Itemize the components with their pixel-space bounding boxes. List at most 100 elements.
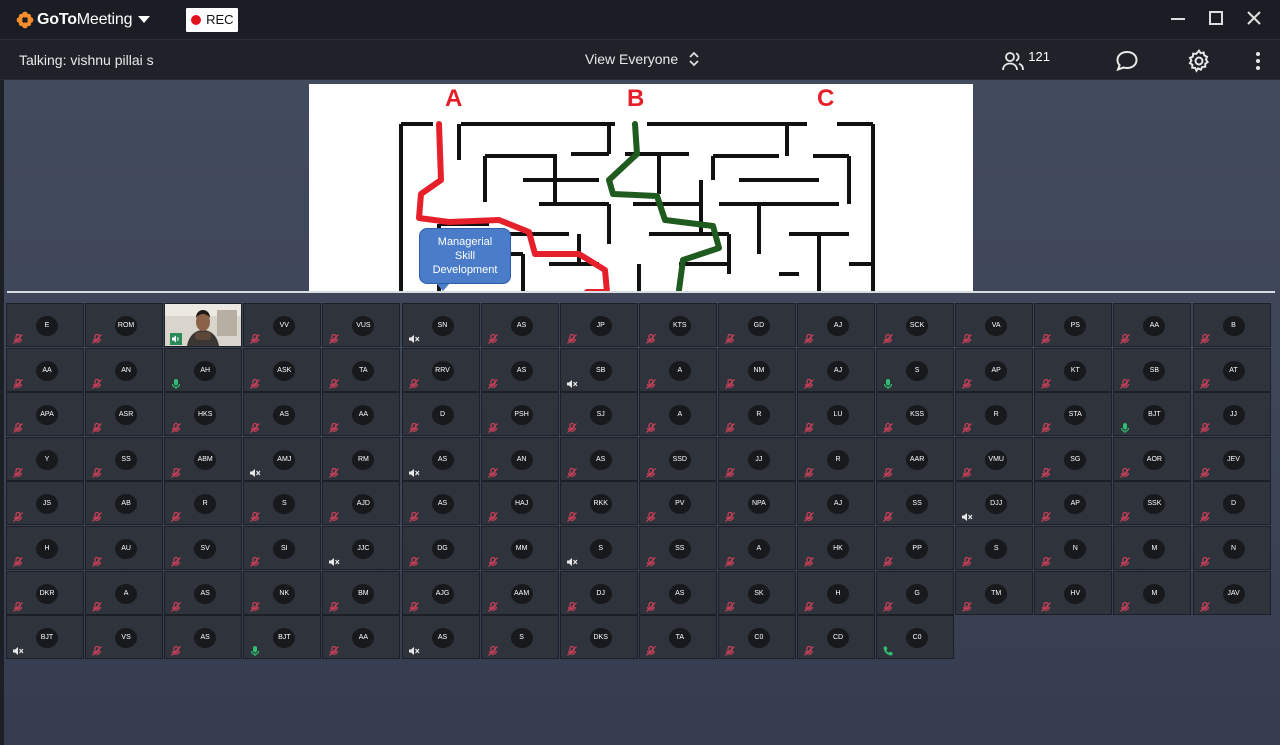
participant-tile[interactable]: RKK [559,481,638,526]
maximize-icon[interactable] [1208,10,1224,26]
participant-tile[interactable]: SI [243,526,322,570]
participant-tile[interactable]: AJG [401,570,480,615]
participant-tile[interactable]: TA [322,347,401,392]
participant-tile[interactable]: BJT [6,615,84,660]
participant-tile[interactable]: AMJ [243,436,322,481]
participant-tile[interactable]: AJ [797,347,875,392]
participant-tile[interactable]: H [6,526,84,570]
participant-tile[interactable]: AH [164,347,243,392]
participant-tile[interactable]: SCK [876,303,955,347]
participant-tile[interactable]: STA [1034,392,1113,437]
view-everyone-dropdown[interactable]: View Everyone [585,50,700,68]
participant-tile[interactable]: BJT [243,615,322,660]
participant-tile[interactable]: RRV [401,347,480,392]
participant-tile[interactable]: AS [480,347,559,392]
participant-video-tile[interactable] [164,303,243,347]
participant-tile[interactable]: JEV [1192,436,1271,481]
participant-tile[interactable]: NK [243,570,322,615]
participant-tile[interactable]: VS [85,615,164,660]
participant-tile[interactable]: G [876,570,955,615]
participant-tile[interactable]: AJ [797,303,875,347]
participant-tile[interactable]: N [1034,526,1113,570]
participant-tile[interactable]: PSH [480,392,559,437]
participant-tile[interactable]: AS [401,615,480,660]
participant-tile[interactable]: R [164,481,243,526]
participant-tile[interactable]: AA [6,347,84,392]
participant-tile[interactable]: S [480,615,559,660]
participant-tile[interactable]: M [1113,526,1192,570]
participant-tile[interactable]: HV [1034,570,1113,615]
participant-tile[interactable]: AS [243,392,322,437]
participant-tile[interactable]: S [559,526,638,570]
participant-tile[interactable]: AS [401,481,480,526]
participant-tile[interactable]: R [717,392,796,437]
participant-tile[interactable]: ROM [85,303,164,347]
participant-tile[interactable]: SS [638,526,717,570]
participant-tile[interactable]: VV [243,303,322,347]
participant-tile[interactable]: DJ [559,570,638,615]
participant-tile[interactable]: E [6,303,84,347]
participant-tile[interactable]: AU [85,526,164,570]
participant-tile[interactable]: VA [955,303,1034,347]
participant-tile[interactable]: AJD [322,481,401,526]
participant-tile[interactable]: AT [1192,347,1271,392]
record-button[interactable]: REC [186,7,239,32]
participant-tile[interactable]: D [1192,481,1271,526]
participant-tile[interactable]: A [638,392,717,437]
participant-tile[interactable]: SN [401,303,480,347]
participant-tile[interactable]: A [638,347,717,392]
participant-tile[interactable]: JAV [1192,570,1271,615]
participant-tile[interactable]: JJ [1192,392,1271,437]
stage-divider[interactable] [7,291,1275,293]
participant-tile[interactable]: S [955,526,1034,570]
participant-tile[interactable]: HAJ [480,481,559,526]
participant-tile[interactable]: A [85,570,164,615]
participant-tile[interactable]: SV [164,526,243,570]
participant-tile[interactable]: S [243,481,322,526]
participant-tile[interactable]: H [797,570,875,615]
participant-tile[interactable]: PV [638,481,717,526]
participant-tile[interactable]: Y [6,436,84,481]
participant-tile[interactable]: SK [717,570,796,615]
participant-tile[interactable]: AP [1034,481,1113,526]
participant-tile[interactable]: AA [322,392,401,437]
participant-tile[interactable]: KTS [638,303,717,347]
participant-tile[interactable]: JJ [717,436,796,481]
participant-tile[interactable]: D [401,392,480,437]
participant-tile[interactable]: JJC [322,526,401,570]
participant-tile[interactable]: A [717,526,796,570]
participant-tile[interactable]: ASR [85,392,164,437]
participant-tile[interactable]: C0 [717,615,796,660]
participant-tile[interactable]: DKR [6,570,84,615]
minimize-icon[interactable] [1170,10,1186,26]
participant-tile[interactable]: AOR [1113,436,1192,481]
participant-tile[interactable]: ABM [164,436,243,481]
participant-tile[interactable]: SS [876,481,955,526]
participant-tile[interactable]: CD [797,615,875,660]
participant-tile[interactable]: SB [559,347,638,392]
close-icon[interactable] [1246,10,1262,26]
participant-tile[interactable]: JP [559,303,638,347]
participant-tile[interactable]: AS [401,436,480,481]
participant-tile[interactable]: AN [480,436,559,481]
participant-tile[interactable]: N [1192,526,1271,570]
participant-tile[interactable]: R [955,392,1034,437]
participant-tile[interactable]: SG [1034,436,1113,481]
participant-tile[interactable]: R [797,436,875,481]
participant-tile[interactable]: AJ [797,481,875,526]
participant-tile[interactable]: TM [955,570,1034,615]
participant-tile[interactable]: SS [85,436,164,481]
participant-tile[interactable]: AB [85,481,164,526]
participant-tile[interactable]: APA [6,392,84,437]
participant-tile[interactable]: JS [6,481,84,526]
participant-tile[interactable]: B [1192,303,1271,347]
participant-tile[interactable]: BJT [1113,392,1192,437]
participant-tile[interactable]: VUS [322,303,401,347]
participant-tile[interactable]: HKS [164,392,243,437]
app-menu[interactable]: GoToMeeting [16,11,151,29]
participant-tile[interactable]: LU [797,392,875,437]
participant-tile[interactable]: AS [638,570,717,615]
more-options-icon[interactable] [1254,50,1262,72]
participant-tile[interactable]: SB [1113,347,1192,392]
attendees-button[interactable]: 121 [1001,49,1050,73]
